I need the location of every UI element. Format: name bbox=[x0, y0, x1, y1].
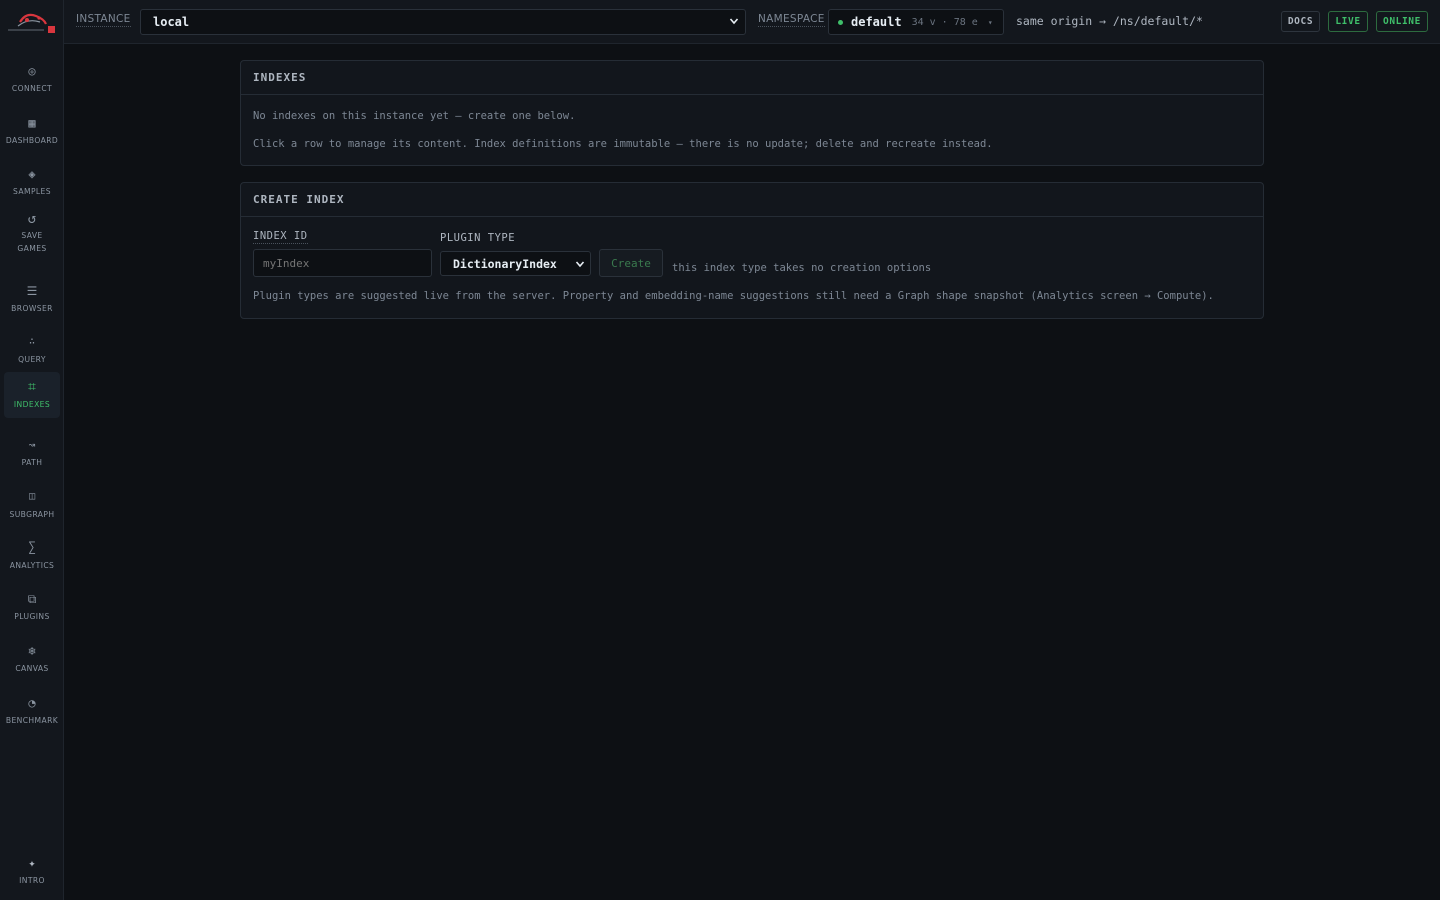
sparkle-icon: ✦ bbox=[28, 856, 36, 870]
sidebar-item-benchmark[interactable]: ◔ BENCHMARK bbox=[4, 688, 60, 734]
sidebar-item-label: CANVAS bbox=[15, 664, 49, 673]
dots-icon: ∴ bbox=[28, 336, 36, 347]
options-note: this index type takes no creation option… bbox=[672, 262, 932, 274]
status-dot-icon bbox=[838, 19, 843, 25]
sidebar-item-analytics[interactable]: ∑ ANALYTICS bbox=[4, 533, 60, 579]
sidebar-item-plugins[interactable]: ⧉ PLUGINS bbox=[4, 584, 60, 630]
gauge-icon: ◔ bbox=[28, 696, 36, 710]
sidebar-item-label: INDEXES bbox=[13, 400, 51, 409]
list-icon: ☰ bbox=[26, 284, 38, 298]
wave-icon: ↝ bbox=[28, 438, 36, 452]
snowflake-icon: ❄ bbox=[28, 644, 36, 658]
topbar: INSTANCE local NAMESPACE default 34 v · … bbox=[64, 0, 1440, 44]
sidebar-item-label: ANALYTICS bbox=[9, 561, 55, 570]
sidebar-item-dashboard[interactable]: ▦ DASHBOARD bbox=[4, 108, 60, 154]
docs-button[interactable]: DOCS bbox=[1281, 11, 1320, 32]
namespace-select[interactable]: default 34 v · 78 e ▾ bbox=[828, 9, 1004, 35]
help-text: Click a row to manage its content. Index… bbox=[253, 138, 993, 150]
sidebar: ◎ CONNECT ▦ DASHBOARD ◈ SAMPLES ↺ SAVE G… bbox=[0, 0, 64, 900]
plugin-type-select[interactable]: DictionaryIndex bbox=[440, 251, 591, 276]
instance-label: INSTANCE bbox=[76, 13, 131, 27]
sidebar-item-label: QUERY bbox=[18, 355, 46, 364]
namespace-stats: 34 v · 78 e bbox=[911, 16, 978, 28]
empty-state-text: No indexes on this instance yet — create… bbox=[253, 110, 576, 122]
sidebar-item-label: SAVE bbox=[21, 231, 43, 240]
app-logo[interactable] bbox=[6, 8, 58, 36]
sidebar-item-samples[interactable]: ◈ SAMPLES bbox=[4, 159, 60, 205]
caret-down-icon: ▾ bbox=[987, 17, 993, 27]
sidebar-item-label: PLUGINS bbox=[14, 612, 50, 621]
footer-note: Plugin types are suggested live from the… bbox=[253, 290, 1214, 302]
plugin-type-value: DictionaryIndex bbox=[453, 256, 557, 271]
sidebar-item-label: SUBGRAPH bbox=[9, 510, 55, 519]
panel-title: CREATE INDEX bbox=[241, 183, 1263, 217]
sidebar-item-intro[interactable]: ✦ INTRO bbox=[4, 848, 60, 894]
instance-select[interactable]: local bbox=[140, 9, 746, 35]
create-button[interactable]: Create bbox=[599, 249, 663, 277]
target-icon: ◎ bbox=[28, 64, 36, 78]
sidebar-item-browser[interactable]: ☰ BROWSER bbox=[4, 276, 60, 322]
namespace-name: default bbox=[851, 15, 902, 29]
index-id-label: INDEX ID bbox=[253, 230, 308, 244]
sidebar-item-query[interactable]: ∴ QUERY bbox=[4, 327, 60, 373]
sidebar-item-label: SAMPLES bbox=[13, 187, 51, 196]
sidebar-item-connect[interactable]: ◎ CONNECT bbox=[4, 56, 60, 102]
origin-text: same origin → /ns/default/* bbox=[1016, 14, 1203, 28]
create-index-panel: CREATE INDEX INDEX ID PLUGIN TYPE Dictio… bbox=[240, 182, 1264, 319]
sidebar-item-subgraph[interactable]: ◫ SUBGRAPH bbox=[4, 482, 60, 528]
plugin-type-label: PLUGIN TYPE bbox=[440, 232, 516, 244]
sidebar-item-label: BENCHMARK bbox=[5, 716, 59, 725]
layers-icon: ⧉ bbox=[27, 592, 37, 606]
diamond-icon: ◈ bbox=[28, 167, 36, 181]
sidebar-item-canvas[interactable]: ❄ CANVAS bbox=[4, 636, 60, 682]
indexes-panel: INDEXES No indexes on this instance yet … bbox=[240, 60, 1264, 166]
grid-icon: ▦ bbox=[28, 116, 36, 130]
chevron-down-icon bbox=[729, 18, 739, 25]
index-id-input[interactable] bbox=[253, 249, 432, 277]
hash-icon: ⌗ bbox=[28, 379, 36, 395]
sidebar-item-label: CONNECT bbox=[11, 84, 53, 93]
sigma-icon: ∑ bbox=[28, 540, 36, 555]
square-icon: ◫ bbox=[28, 491, 36, 502]
refresh-icon: ↺ bbox=[27, 211, 37, 227]
sidebar-item-indexes[interactable]: ⌗ INDEXES bbox=[4, 372, 60, 418]
sidebar-item-label: PATH bbox=[21, 458, 43, 467]
namespace-label: NAMESPACE bbox=[758, 13, 825, 27]
sidebar-item-save-games[interactable]: ↺ SAVE GAMES bbox=[4, 207, 60, 259]
online-badge: ONLINE bbox=[1376, 11, 1428, 32]
panel-title: INDEXES bbox=[241, 61, 1263, 95]
sidebar-item-label: INTRO bbox=[19, 876, 45, 885]
live-badge[interactable]: LIVE bbox=[1328, 11, 1368, 32]
sidebar-item-path[interactable]: ↝ PATH bbox=[4, 430, 60, 476]
sidebar-item-label: BROWSER bbox=[11, 304, 53, 313]
sidebar-item-label: DASHBOARD bbox=[5, 136, 59, 145]
chevron-down-icon bbox=[575, 261, 585, 268]
instance-value: local bbox=[153, 15, 190, 29]
sidebar-item-label: GAMES bbox=[17, 244, 47, 253]
